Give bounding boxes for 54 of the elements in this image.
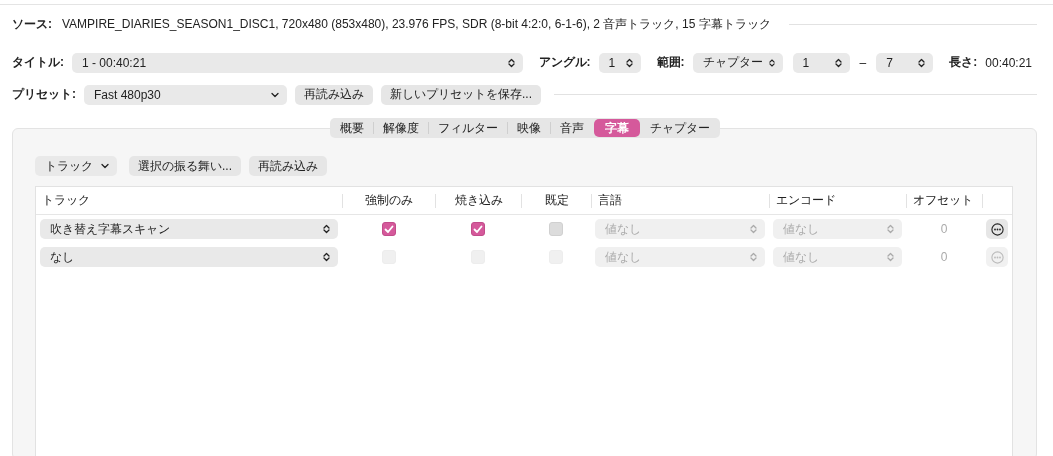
reload-button[interactable]: 再読み込み <box>249 156 327 176</box>
tab[interactable]: 概要 <box>330 119 373 137</box>
angle-select[interactable]: 1 <box>598 52 641 73</box>
reload-button[interactable]: 再読み込み <box>295 84 373 105</box>
column-header: トラック <box>41 193 91 208</box>
column-header: エンコード <box>769 193 906 208</box>
column-header: 言語 <box>591 193 769 208</box>
chevron-down-icon <box>101 163 109 169</box>
tab[interactable]: 字幕 <box>593 119 640 137</box>
more-button[interactable] <box>986 219 1008 239</box>
stepper-chevron-icon <box>323 252 330 262</box>
stepper-chevron-icon <box>834 57 842 68</box>
range-separator: – <box>859 55 867 70</box>
preset-label: プリセット: <box>12 86 76 103</box>
title-label: タイトル: <box>12 54 64 71</box>
stepper-chevron-icon <box>768 57 775 68</box>
tab[interactable]: 音声 <box>550 119 593 137</box>
stepper-chevron-icon <box>625 57 633 68</box>
source-label: ソース: <box>12 16 52 33</box>
tab[interactable]: 解像度 <box>373 119 428 137</box>
save-preset-button[interactable]: 新しいプリセットを保存... <box>381 84 541 105</box>
preset-select[interactable]: Fast 480p30 <box>84 84 287 105</box>
range-start-select[interactable]: 1 <box>792 52 850 73</box>
column-header: 既定 <box>521 193 591 208</box>
track-menu[interactable]: トラック <box>35 156 117 176</box>
column-header: オフセット <box>906 193 982 208</box>
tab[interactable]: フィルター <box>428 119 507 137</box>
angle-label: アングル: <box>538 54 591 71</box>
tab[interactable]: チャプター <box>640 119 719 137</box>
checkbox[interactable] <box>381 222 396 236</box>
selection-behavior-button[interactable]: 選択の振る舞い... <box>129 156 241 176</box>
track-select[interactable]: なし <box>40 247 338 267</box>
stepper-chevron-icon <box>887 252 894 262</box>
column-header: 強制のみ <box>342 193 435 208</box>
offset-value: 0 <box>940 222 948 236</box>
stepper-chevron-icon <box>887 224 894 234</box>
tab[interactable]: 映像 <box>507 119 550 137</box>
range-end-select[interactable]: 7 <box>876 52 934 73</box>
stepper-chevron-icon <box>918 57 926 68</box>
column-header: 焼き込み <box>435 193 521 208</box>
duration-label: 長さ: <box>949 54 978 71</box>
track-select[interactable]: 吹き替え字幕スキャン <box>40 219 338 239</box>
stepper-chevron-icon <box>507 57 515 68</box>
stepper-chevron-icon <box>750 224 757 234</box>
source-info: VAMPIRE_DIARIES_SEASON1_DISC1, 720x480 (853x480), 23.976 FPS, SDR (8-bit 4:2:0, 6-1-6), 2 音声トラック, 15 字幕トラック <box>62 16 771 33</box>
offset-value: 0 <box>940 250 948 264</box>
chevron-down-icon <box>271 91 279 98</box>
checkbox[interactable] <box>471 222 485 236</box>
duration-value: 00:40:21 <box>985 55 1032 70</box>
stepper-chevron-icon <box>750 252 757 262</box>
range-label: 範囲: <box>656 54 685 71</box>
range-mode-select[interactable]: チャプター <box>692 52 783 73</box>
title-select[interactable]: 1 - 00:40:21 <box>72 52 523 73</box>
stepper-chevron-icon <box>323 224 330 234</box>
